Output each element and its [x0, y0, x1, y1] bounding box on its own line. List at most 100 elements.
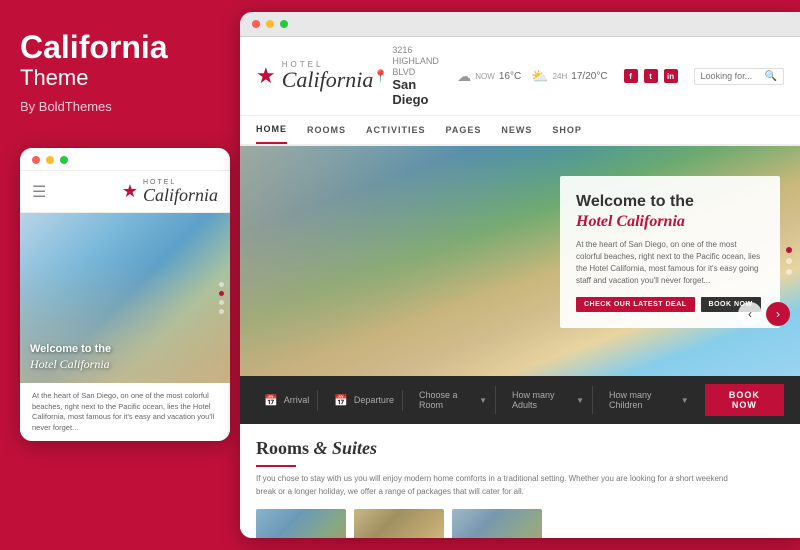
- hero-navigation-arrows: ‹ ›: [738, 302, 790, 326]
- twitter-icon[interactable]: t: [644, 69, 658, 83]
- room-label: Choose a Room: [419, 390, 473, 410]
- room-thumb-3: [452, 509, 542, 538]
- instagram-icon[interactable]: in: [664, 69, 678, 83]
- mobile-description: At the heart of San Diego, on one of the…: [20, 383, 230, 441]
- calendar-icon: 📅: [264, 394, 278, 407]
- left-panel: California Theme By BoldThemes ☰ ★ HOTEL…: [0, 0, 240, 550]
- rooms-title-word2: & Suites: [314, 438, 378, 458]
- check-deals-button[interactable]: CHECK OUR LATEST DEAL: [576, 297, 695, 312]
- site-star-icon: ★: [256, 63, 276, 89]
- theme-title-bold: California: [20, 30, 220, 65]
- site-navigation: HOME ROOMS ACTIVITIES PAGES NEWS SHOP: [240, 116, 800, 146]
- browser-titlebar: [240, 12, 800, 37]
- mobile-hero-image: Welcome to the Hotel California: [20, 213, 230, 383]
- mobile-dot-red: [32, 156, 40, 164]
- cloud-icon: ☁: [457, 68, 471, 85]
- mobile-hero: Welcome to the Hotel California: [20, 213, 230, 383]
- children-label: How many Children: [609, 390, 675, 410]
- arrival-field[interactable]: 📅 Arrival: [256, 390, 318, 411]
- hero-title: Welcome to the Hotel California: [576, 192, 764, 230]
- hero-dot-1: [786, 247, 792, 253]
- room-select[interactable]: Choose a Room ▼: [411, 386, 496, 414]
- room-thumb-1: [256, 509, 346, 538]
- site-logo-text: HOTEL California: [282, 61, 374, 91]
- weather-24h-temp: 17/20°C: [571, 71, 607, 82]
- weather-info: ☁ NOW 16°C ⛅ 24H 17/20°C: [457, 68, 607, 85]
- nav-home[interactable]: HOME: [256, 116, 287, 144]
- browser-content: ★ HOTEL California 📍 3216 HIGHLAND BLVD …: [240, 37, 800, 538]
- nav-activities[interactable]: ACTIVITIES: [366, 117, 426, 143]
- browser-dot-yellow: [266, 20, 274, 28]
- mobile-slide-dots: [219, 282, 224, 314]
- mobile-header: ☰ ★ HOTEL California: [20, 171, 230, 213]
- browser-window: ★ HOTEL California 📍 3216 HIGHLAND BLVD …: [240, 12, 800, 538]
- site-header: ★ HOTEL California 📍 3216 HIGHLAND BLVD …: [240, 37, 800, 116]
- hero-slide-dots: [786, 247, 792, 275]
- nav-shop[interactable]: SHOP: [552, 117, 582, 143]
- weather-24h-label: 24H: [553, 72, 568, 81]
- children-select[interactable]: How many Children ▼: [601, 386, 697, 414]
- mobile-hotel-name: Hotel California: [30, 357, 110, 371]
- calendar-icon-2: 📅: [334, 394, 348, 407]
- search-icon[interactable]: 🔍: [765, 71, 777, 82]
- chevron-down-icon-3: ▼: [681, 396, 689, 405]
- weather-forecast: ⛅ 24H 17/20°C: [531, 68, 607, 85]
- hero-dot-3: [786, 269, 792, 275]
- hero-description: At the heart of San Diego, on one of the…: [576, 239, 764, 287]
- mobile-titlebar: [20, 148, 230, 171]
- arrival-label: Arrival: [284, 395, 310, 405]
- search-input[interactable]: [701, 71, 761, 81]
- rooms-heading: Rooms & Suites: [256, 438, 784, 459]
- nav-pages[interactable]: PAGES: [446, 117, 482, 143]
- nav-news[interactable]: NEWS: [501, 117, 532, 143]
- mobile-logo-text: HOTEL California: [143, 179, 218, 204]
- chevron-down-icon-2: ▼: [576, 396, 584, 405]
- mobile-welcome-overlay: Welcome to the Hotel California: [30, 343, 220, 373]
- location-info: 📍 3216 HIGHLAND BLVD San Diego: [373, 45, 441, 107]
- hero-building: [240, 146, 576, 376]
- rooms-title-word1: Rooms: [256, 438, 309, 458]
- location-text: 3216 HIGHLAND BLVD San Diego: [392, 45, 441, 107]
- mobile-dot-green: [60, 156, 68, 164]
- weather-current: ☁ NOW 16°C: [457, 68, 521, 85]
- hero-buttons: CHECK OUR LATEST DEAL BOOK NOW: [576, 297, 764, 312]
- booking-book-button[interactable]: BOOK NOW: [705, 384, 784, 416]
- chevron-down-icon: ▼: [479, 396, 487, 405]
- cloud-sun-icon: ⛅: [531, 68, 548, 85]
- social-links: f t in: [624, 69, 678, 83]
- adults-label: How many Adults: [512, 390, 570, 410]
- search-box[interactable]: 🔍: [694, 68, 784, 85]
- mobile-dot-yellow: [46, 156, 54, 164]
- site-logo: ★ HOTEL California: [256, 61, 373, 91]
- mobile-hamburger-icon: ☰: [32, 182, 46, 202]
- theme-title-light: Theme: [20, 65, 220, 91]
- weather-now-temp: 16°C: [499, 71, 521, 82]
- rooms-description: If you chose to stay with us you will en…: [256, 473, 736, 499]
- browser-dot-red: [252, 20, 260, 28]
- theme-author: By BoldThemes: [20, 99, 220, 114]
- facebook-icon[interactable]: f: [624, 69, 638, 83]
- location-pin-icon: 📍: [373, 69, 388, 83]
- mobile-slide-dot-active: [219, 291, 224, 296]
- mobile-welcome-heading: Welcome to the: [30, 343, 220, 355]
- room-thumb-2: [354, 509, 444, 538]
- hero-prev-arrow[interactable]: ‹: [738, 302, 762, 326]
- mobile-slide-dot: [219, 300, 224, 305]
- rooms-thumbnails: [256, 509, 784, 538]
- rooms-divider: [256, 465, 296, 467]
- mobile-slide-dot: [219, 309, 224, 314]
- hero-dot-2: [786, 258, 792, 264]
- hero-section: Welcome to the Hotel California At the h…: [240, 146, 800, 376]
- departure-label: Departure: [354, 395, 394, 405]
- mobile-slide-dot: [219, 282, 224, 287]
- mobile-preview: ☰ ★ HOTEL California Welcome to the Hote…: [20, 148, 230, 441]
- departure-field[interactable]: 📅 Departure: [326, 390, 403, 411]
- adults-select[interactable]: How many Adults ▼: [504, 386, 593, 414]
- weather-now-label: NOW: [475, 72, 495, 81]
- hero-title-line1: Welcome to the: [576, 193, 694, 210]
- hero-next-arrow[interactable]: ›: [766, 302, 790, 326]
- nav-rooms[interactable]: ROOMS: [307, 117, 346, 143]
- browser-dot-green: [280, 20, 288, 28]
- booking-bar: 📅 Arrival 📅 Departure Choose a Room ▼ Ho…: [240, 376, 800, 424]
- mobile-star-icon: ★: [122, 181, 138, 202]
